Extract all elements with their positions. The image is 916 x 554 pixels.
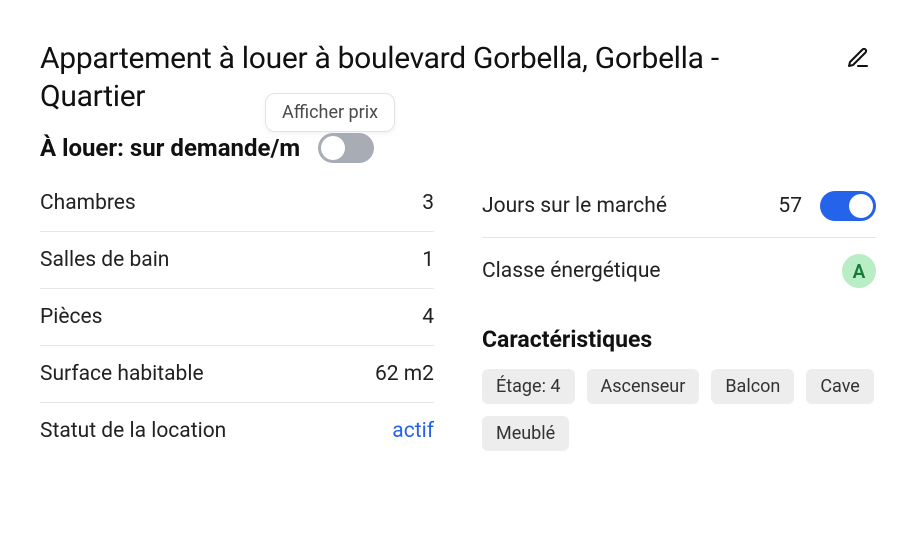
energy-class-label: Classe énergétique	[482, 259, 661, 283]
feature-tag: Étage: 4	[482, 369, 575, 404]
feature-tag: Cave	[806, 369, 874, 404]
feature-tag: Ascenseur	[587, 369, 700, 404]
bathrooms-label: Salles de bain	[40, 248, 169, 272]
days-on-market-toggle[interactable]	[820, 191, 876, 221]
rooms-label: Pièces	[40, 305, 102, 329]
rooms-value: 4	[422, 305, 434, 329]
status-value[interactable]: actif	[392, 419, 434, 443]
energy-class-badge: A	[842, 254, 876, 288]
price-label: À louer: sur demande/m	[40, 134, 300, 162]
price-toggle[interactable]	[318, 133, 374, 163]
feature-tag: Balcon	[711, 369, 794, 404]
days-on-market-value: 57	[778, 194, 802, 218]
price-tooltip: Afficher prix	[265, 93, 395, 132]
edit-button[interactable]	[840, 40, 876, 76]
bathrooms-value: 1	[422, 248, 434, 272]
pencil-icon	[846, 46, 870, 70]
status-label: Statut de la location	[40, 419, 226, 443]
bedrooms-value: 3	[422, 191, 434, 215]
features-heading: Caractéristiques	[482, 326, 876, 353]
days-on-market-label: Jours sur le marché	[482, 194, 667, 218]
area-value: 62 m2	[375, 362, 434, 386]
page-title: Appartement à louer à boulevard Gorbella…	[40, 40, 820, 115]
right-column: Jours sur le marché 57 Classe énergétiqu…	[482, 191, 876, 459]
left-column: Chambres 3 Salles de bain 1 Pièces 4 Sur…	[40, 191, 434, 459]
area-label: Surface habitable	[40, 362, 204, 386]
bedrooms-label: Chambres	[40, 191, 136, 215]
feature-tag: Meublé	[482, 416, 569, 451]
features-tags: Étage: 4 Ascenseur Balcon Cave Meublé	[482, 369, 876, 451]
